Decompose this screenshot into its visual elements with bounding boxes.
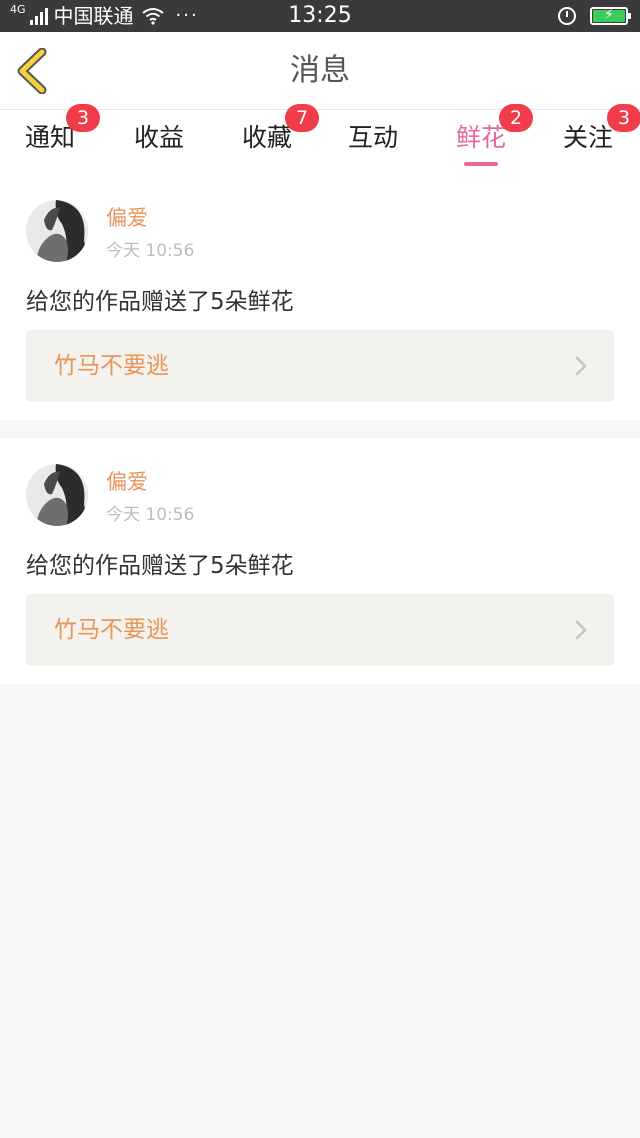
tab-favorites[interactable]: 收藏 7 [213,104,321,174]
tab-interactions[interactable]: 互动 [319,110,427,174]
message-text: 给您的作品赠送了5朵鲜花 [26,289,294,315]
message-card: 偏爱 今天 10:56 给您的作品赠送了5朵鲜花 竹马不要逃 [0,438,640,684]
tab-label: 收益 [133,123,184,152]
battery-icon: ⚡ [590,7,631,25]
nav-header: 消息 [0,32,640,110]
message-card: 偏爱 今天 10:56 给您的作品赠送了5朵鲜花 竹马不要逃 [0,174,640,420]
message-time: 今天 10:56 [106,505,195,525]
work-link[interactable]: 竹马不要逃 [26,594,614,666]
tab-label: 鲜花 [455,123,506,152]
message-time: 今天 10:56 [106,241,195,261]
tab-earnings[interactable]: 收益 [105,110,213,174]
work-title: 竹马不要逃 [54,353,169,379]
sender-name[interactable]: 偏爱 [106,466,148,496]
avatar-image [26,464,88,526]
tab-follows[interactable]: 关注 3 [534,104,640,174]
status-bar-right: ⚡ [558,0,631,32]
unread-badge: 7 [285,104,319,132]
alarm-icon [558,7,576,25]
avatar[interactable] [26,464,88,526]
active-tab-indicator [464,162,498,166]
work-title: 竹马不要逃 [54,617,169,643]
tab-label: 收藏 [241,123,292,152]
sender-name[interactable]: 偏爱 [106,202,148,232]
message-text: 给您的作品赠送了5朵鲜花 [26,553,294,579]
chevron-right-icon [575,356,587,376]
chevron-right-icon [575,620,587,640]
clock: 13:25 [288,3,352,28]
tab-bar: 通知 3 收益 收藏 7 互动 鲜花 2 关注 3 [0,104,640,174]
avatar[interactable] [26,200,88,262]
unread-badge: 3 [607,104,640,132]
status-bar: 4G 中国联通 ··· 13:25 ⚡ [0,0,640,32]
page-title: 消息 [290,53,350,88]
charging-icon: ⚡ [604,7,614,23]
tab-label: 通知 [24,123,75,152]
avatar-image [26,200,88,262]
tab-label: 关注 [562,123,613,152]
work-link[interactable]: 竹马不要逃 [26,330,614,402]
unread-badge: 3 [66,104,100,132]
tab-label: 互动 [347,123,398,152]
tab-flowers[interactable]: 鲜花 2 [427,104,535,174]
tab-notifications[interactable]: 通知 3 [0,104,104,174]
unread-badge: 2 [499,104,533,132]
